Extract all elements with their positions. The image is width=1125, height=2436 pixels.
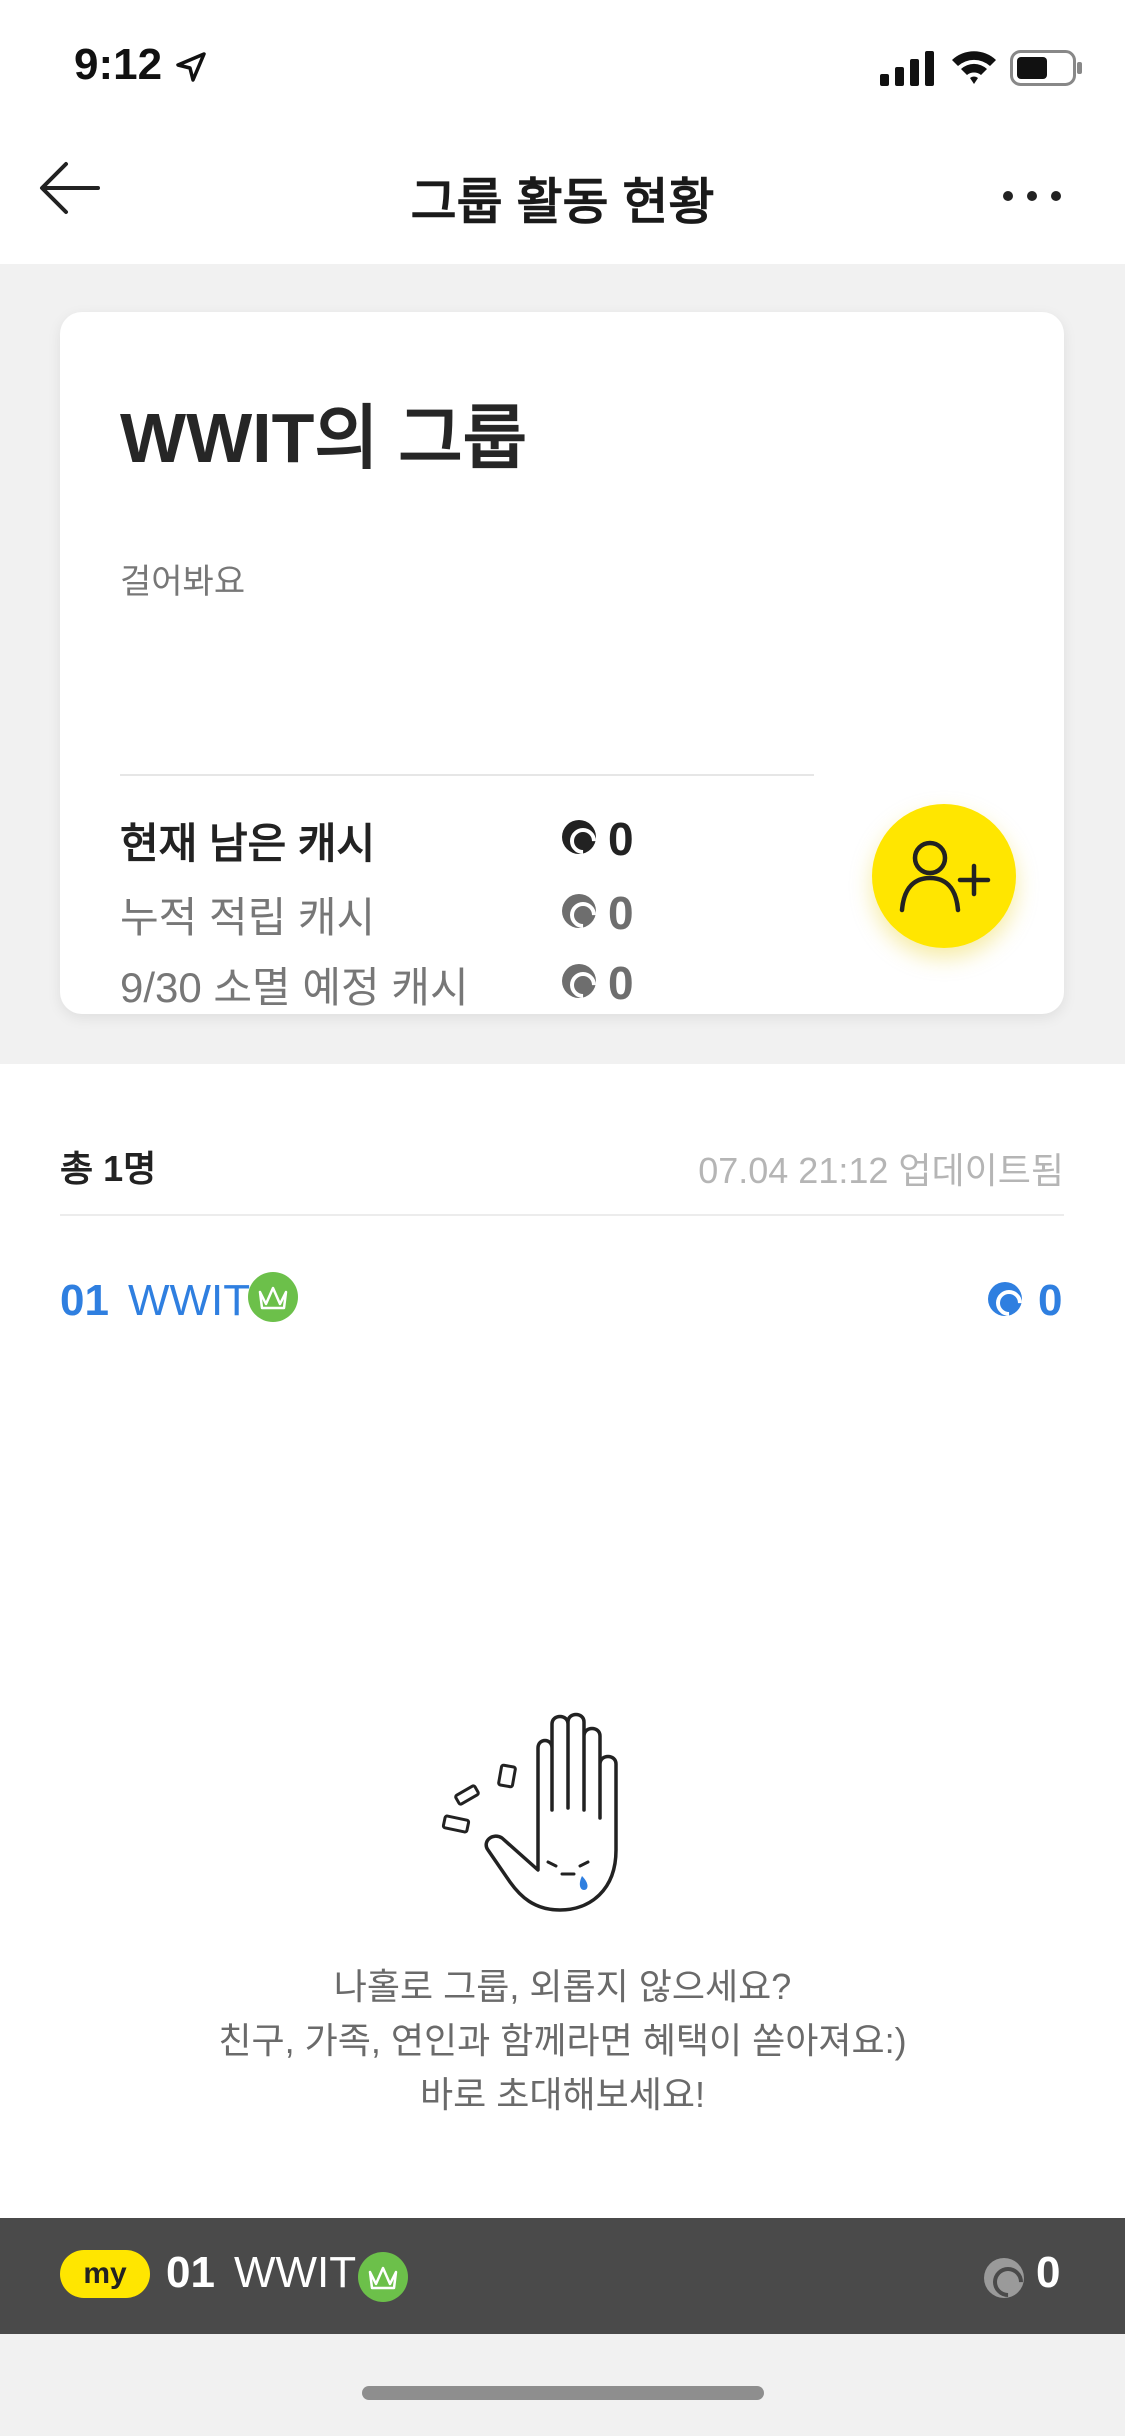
- status-time: 9:12: [74, 40, 163, 89]
- cash-value: 0: [608, 887, 634, 939]
- member-divider: [60, 1214, 1064, 1216]
- my-cash-value: 0: [1036, 2248, 1061, 2297]
- home-indicator[interactable]: [362, 2386, 764, 2400]
- sad-hand-icon: [441, 1712, 618, 1912]
- invite-member-button[interactable]: [872, 804, 1016, 948]
- more-dots-icon[interactable]: [1000, 176, 1064, 216]
- coin-icon: [988, 1282, 1022, 1316]
- coin-icon: [984, 2258, 1024, 2298]
- cash-value: 0: [608, 813, 634, 865]
- member-row[interactable]: 01 WWIT 0: [60, 1266, 1064, 1336]
- cellular-signal-icon: [880, 51, 934, 86]
- cash-label: 9/30 소멸 예정 캐시: [120, 964, 469, 1011]
- update-timestamp: 07.04 21:12 업데이트됨: [698, 1150, 1064, 1191]
- location-arrow-icon: [176, 52, 206, 82]
- coin-icon: [562, 964, 596, 998]
- empty-message-line-2: 친구, 가족, 연인과 함께라면 혜택이 쏟아져요:): [218, 2020, 907, 2061]
- group-card: WWIT의 그룹 걸어봐요 현재 남은 캐시 0 누적 적립 캐시 0 9/30…: [60, 312, 1064, 1014]
- page-title: 그룹 활동 현황: [410, 174, 715, 230]
- home-indicator-area: [0, 2334, 1125, 2436]
- add-user-icon: [899, 840, 991, 913]
- card-divider: [120, 774, 814, 776]
- cash-label: 누적 적립 캐시: [120, 894, 376, 941]
- screen: 9:12 그룹 활동 현황 WWIT의 그룹 걸어봐요 현재 남은 캐시 0 누…: [0, 0, 1125, 2436]
- member-rank: 01: [60, 1276, 109, 1325]
- wifi-icon: [952, 51, 996, 84]
- coin-icon: [562, 820, 596, 854]
- cash-row-current: 현재 남은 캐시 0: [120, 810, 640, 867]
- group-name: WWIT의 그룹: [120, 399, 527, 477]
- battery-icon: [1010, 50, 1082, 86]
- my-rank-bar: my 01 WWIT 0: [0, 2218, 1125, 2334]
- status-bar: 9:12: [0, 0, 1125, 132]
- my-badge: my: [60, 2250, 150, 2298]
- member-total-count: 총 1명: [60, 1148, 157, 1189]
- member-name: WWIT: [128, 1276, 251, 1325]
- empty-message-line-1: 나홀로 그룹, 외롭지 않으세요?: [333, 1966, 792, 2007]
- crown-icon: [358, 2252, 408, 2302]
- member-cash-value: 0: [1038, 1276, 1063, 1325]
- empty-message-line-3: 바로 초대해보세요!: [420, 2074, 705, 2115]
- my-name: WWIT: [234, 2248, 357, 2297]
- coin-icon: [562, 894, 596, 928]
- group-description: 걸어봐요: [120, 563, 246, 601]
- member-header: 총 1명 07.04 21:12 업데이트됨: [60, 1130, 1064, 1191]
- crown-icon: [248, 1272, 298, 1322]
- cash-row-accumulated: 누적 적립 캐시 0: [120, 884, 640, 941]
- cash-label: 현재 남은 캐시: [120, 820, 376, 867]
- cash-row-expiring: 9/30 소멸 예정 캐시 0: [120, 954, 640, 1011]
- cash-value: 0: [608, 957, 634, 1009]
- group-summary-section: WWIT의 그룹 걸어봐요 현재 남은 캐시 0 누적 적립 캐시 0 9/30…: [0, 264, 1125, 1064]
- my-rank: 01: [166, 2248, 215, 2297]
- nav-bar: 그룹 활동 현황: [0, 132, 1125, 264]
